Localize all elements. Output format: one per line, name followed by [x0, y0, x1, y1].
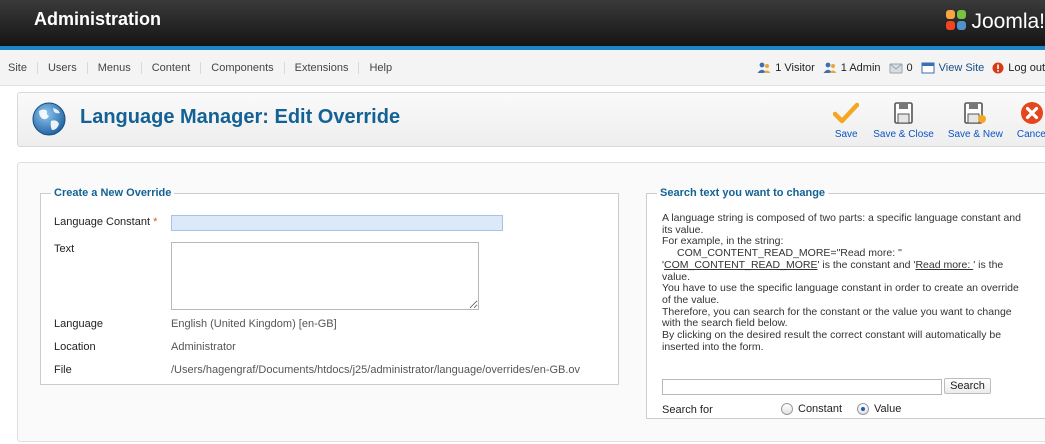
- view-site-icon: [921, 62, 935, 74]
- cancel-button[interactable]: Cancel: [1017, 99, 1045, 140]
- joomla-brand: Joomla!: [971, 10, 1045, 33]
- menu-item-menus[interactable]: Menus: [88, 61, 142, 74]
- explanation-mid: ' is the constant and ': [817, 258, 916, 271]
- joomla-logo[interactable]: Joomla!: [945, 8, 1045, 36]
- radio-value[interactable]: Value: [857, 403, 901, 415]
- language-label: Language: [54, 318, 103, 330]
- menu-item-help[interactable]: Help: [359, 62, 402, 74]
- save-close-button[interactable]: Save & Close: [873, 99, 934, 140]
- menu-item-components[interactable]: Components: [201, 61, 285, 74]
- message-count: 0: [906, 61, 913, 74]
- file-value: /Users/hagengraf/Documents/htdocs/j25/ad…: [171, 364, 581, 376]
- menu-item-extensions[interactable]: Extensions: [285, 61, 360, 74]
- desc-intro: A language string is composed of two par…: [662, 212, 1021, 236]
- page-toolbar: Language Manager: Edit Override Save Sav…: [17, 92, 1045, 147]
- location-label: Location: [54, 341, 96, 353]
- globe-icon: [31, 101, 67, 137]
- save-label: Save: [834, 129, 858, 140]
- file-label: File: [54, 364, 72, 376]
- text-textarea[interactable]: [171, 242, 479, 310]
- menu-item-users[interactable]: Users: [38, 61, 88, 74]
- logout-icon: [992, 62, 1004, 74]
- location-value: Administrator: [171, 341, 236, 353]
- admin-title: Administration: [34, 9, 162, 29]
- search-button[interactable]: Search: [944, 378, 991, 394]
- cancel-label: Cancel: [1016, 129, 1045, 140]
- radio-constant-label: Constant: [798, 403, 843, 415]
- example-constant: COM_CONTENT_READ_MORE: [664, 258, 818, 271]
- desc-click-hint: By clicking on the desired result the co…: [662, 329, 1002, 353]
- search-for-label: Search for: [662, 404, 713, 416]
- status-view-site[interactable]: View Site: [921, 62, 985, 74]
- status-visitors[interactable]: 1 Visitor: [757, 62, 815, 74]
- save-new-button[interactable]: Save & New: [948, 99, 1003, 140]
- search-legend: Search text you want to change: [660, 187, 826, 199]
- radio-constant-circle[interactable]: [781, 403, 793, 415]
- save-new-icon: [963, 99, 987, 125]
- checkmark-icon: [833, 99, 860, 125]
- search-fieldset: Search text you want to change A languag…: [646, 187, 1045, 419]
- status-logout[interactable]: Log out: [992, 62, 1045, 74]
- main-menu-bar: Site Users Menus Content Components Exte…: [0, 50, 1045, 86]
- menu-item-content[interactable]: Content: [142, 61, 202, 74]
- language-constant-label-text: Language Constant: [54, 216, 151, 228]
- joomla-logo-icon: [945, 9, 967, 36]
- admin-icon: [823, 62, 837, 74]
- status-messages[interactable]: 0: [889, 62, 913, 74]
- override-fieldset: Create a New Override Language Constant …: [40, 187, 619, 385]
- main-menu: Site Users Menus Content Components Exte…: [0, 50, 402, 85]
- desc-requirement: You have to use the specific language co…: [662, 282, 1019, 306]
- radio-value-circle[interactable]: [857, 403, 869, 415]
- example-value: Read more:: [915, 258, 974, 271]
- status-admins[interactable]: 1 Admin: [823, 62, 881, 74]
- messages-icon: [889, 62, 903, 74]
- required-mark: *: [153, 216, 158, 228]
- desc-explanation: 'COM_CONTENT_READ_MORE' is the constant …: [662, 258, 1030, 283]
- save-button[interactable]: Save: [833, 99, 860, 140]
- save-close-icon: [893, 99, 915, 125]
- language-constant-input[interactable]: [171, 215, 503, 231]
- save-new-label: Save & New: [947, 129, 1003, 140]
- top-header-bar: Administration Joomla!: [0, 0, 1045, 46]
- radio-constant[interactable]: Constant: [781, 403, 842, 415]
- toolbar-buttons: Save Save & Close Save & New Cancel: [819, 99, 1045, 140]
- search-description: A language string is composed of two par…: [662, 212, 1030, 353]
- status-module: 1 Visitor 1 Admin 0 View Site Log out: [749, 50, 1045, 85]
- view-site-link[interactable]: View Site: [939, 62, 985, 74]
- radio-value-label: Value: [874, 403, 902, 415]
- override-legend: Create a New Override: [54, 187, 172, 199]
- menu-item-site[interactable]: Site: [0, 61, 38, 74]
- cancel-icon: [1020, 99, 1044, 125]
- search-input[interactable]: [662, 379, 942, 395]
- language-constant-label: Language Constant *: [54, 216, 157, 228]
- visitor-icon: [757, 62, 771, 74]
- visitor-count: 1 Visitor: [775, 61, 815, 74]
- text-label: Text: [54, 243, 75, 255]
- desc-search-hint: Therefore, you can search for the consta…: [662, 305, 1012, 330]
- page-title: Language Manager: Edit Override: [80, 106, 401, 128]
- logout-label: Log out: [1008, 61, 1045, 74]
- language-value: English (United Kingdom) [en-GB]: [171, 318, 337, 330]
- content-panel: Create a New Override Language Constant …: [17, 162, 1045, 442]
- admin-count: 1 Admin: [840, 61, 881, 74]
- save-close-label: Save & Close: [873, 129, 934, 140]
